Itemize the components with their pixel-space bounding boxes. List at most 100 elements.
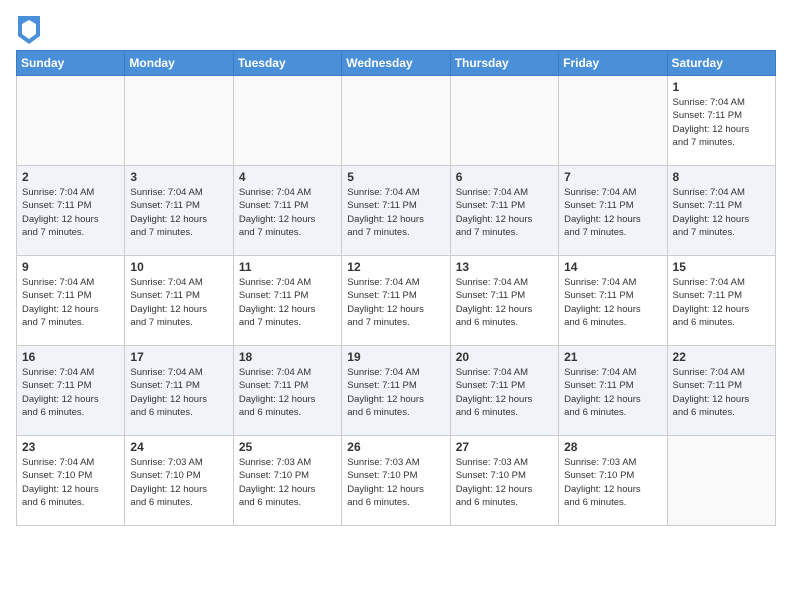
calendar-cell: 3 Sunrise: 7:04 AM Sunset: 7:11 PM Daylig… bbox=[125, 166, 233, 256]
calendar-cell: 16 Sunrise: 7:04 AM Sunset: 7:11 PM Dayli… bbox=[17, 346, 125, 436]
day-number: 24 bbox=[130, 440, 227, 454]
day-info: Sunrise: 7:04 AM Sunset: 7:11 PM Dayligh… bbox=[673, 276, 770, 329]
day-number: 1 bbox=[673, 80, 770, 94]
day-number: 22 bbox=[673, 350, 770, 364]
day-header-sunday: Sunday bbox=[17, 51, 125, 76]
calendar-cell: 21 Sunrise: 7:04 AM Sunset: 7:11 PM Dayli… bbox=[559, 346, 667, 436]
day-number: 14 bbox=[564, 260, 661, 274]
day-number: 9 bbox=[22, 260, 119, 274]
calendar-cell: 13 Sunrise: 7:04 AM Sunset: 7:11 PM Dayli… bbox=[450, 256, 558, 346]
calendar-cell: 7 Sunrise: 7:04 AM Sunset: 7:11 PM Daylig… bbox=[559, 166, 667, 256]
day-info: Sunrise: 7:04 AM Sunset: 7:11 PM Dayligh… bbox=[564, 186, 661, 239]
day-info: Sunrise: 7:04 AM Sunset: 7:11 PM Dayligh… bbox=[564, 276, 661, 329]
day-number: 6 bbox=[456, 170, 553, 184]
day-info: Sunrise: 7:04 AM Sunset: 7:11 PM Dayligh… bbox=[673, 186, 770, 239]
day-number: 28 bbox=[564, 440, 661, 454]
day-info: Sunrise: 7:04 AM Sunset: 7:11 PM Dayligh… bbox=[347, 186, 444, 239]
calendar-cell bbox=[342, 76, 450, 166]
calendar-cell: 9 Sunrise: 7:04 AM Sunset: 7:11 PM Daylig… bbox=[17, 256, 125, 346]
calendar-cell bbox=[450, 76, 558, 166]
calendar-cell: 18 Sunrise: 7:04 AM Sunset: 7:11 PM Dayli… bbox=[233, 346, 341, 436]
calendar-cell: 15Sunrise: 7:04 AM Sunset: 7:11 PM Dayli… bbox=[667, 256, 775, 346]
calendar-cell: 2 Sunrise: 7:04 AM Sunset: 7:11 PM Daylig… bbox=[17, 166, 125, 256]
day-info: Sunrise: 7:03 AM Sunset: 7:10 PM Dayligh… bbox=[239, 456, 336, 509]
day-number: 17 bbox=[130, 350, 227, 364]
calendar-cell: 24 Sunrise: 7:03 AM Sunset: 7:10 PM Dayli… bbox=[125, 436, 233, 526]
calendar-week-row: 9 Sunrise: 7:04 AM Sunset: 7:11 PM Daylig… bbox=[17, 256, 776, 346]
page-header bbox=[16, 16, 776, 44]
day-info: Sunrise: 7:04 AM Sunset: 7:11 PM Dayligh… bbox=[456, 366, 553, 419]
day-info: Sunrise: 7:04 AM Sunset: 7:11 PM Dayligh… bbox=[239, 366, 336, 419]
day-header-saturday: Saturday bbox=[667, 51, 775, 76]
calendar-cell bbox=[559, 76, 667, 166]
day-info: Sunrise: 7:04 AM Sunset: 7:11 PM Dayligh… bbox=[22, 366, 119, 419]
day-number: 4 bbox=[239, 170, 336, 184]
day-number: 5 bbox=[347, 170, 444, 184]
day-number: 11 bbox=[239, 260, 336, 274]
day-header-friday: Friday bbox=[559, 51, 667, 76]
day-number: 19 bbox=[347, 350, 444, 364]
day-number: 20 bbox=[456, 350, 553, 364]
day-info: Sunrise: 7:04 AM Sunset: 7:11 PM Dayligh… bbox=[130, 186, 227, 239]
day-header-tuesday: Tuesday bbox=[233, 51, 341, 76]
logo bbox=[16, 16, 40, 44]
calendar-cell: 14 Sunrise: 7:04 AM Sunset: 7:11 PM Dayli… bbox=[559, 256, 667, 346]
day-info: Sunrise: 7:03 AM Sunset: 7:10 PM Dayligh… bbox=[130, 456, 227, 509]
day-info: Sunrise: 7:04 AM Sunset: 7:10 PM Dayligh… bbox=[22, 456, 119, 509]
day-info: Sunrise: 7:04 AM Sunset: 7:11 PM Dayligh… bbox=[22, 276, 119, 329]
day-header-wednesday: Wednesday bbox=[342, 51, 450, 76]
calendar-cell bbox=[233, 76, 341, 166]
calendar-cell: 10Sunrise: 7:04 AM Sunset: 7:11 PM Dayli… bbox=[125, 256, 233, 346]
calendar-week-row: 2 Sunrise: 7:04 AM Sunset: 7:11 PM Daylig… bbox=[17, 166, 776, 256]
day-info: Sunrise: 7:04 AM Sunset: 7:11 PM Dayligh… bbox=[347, 366, 444, 419]
day-info: Sunrise: 7:04 AM Sunset: 7:11 PM Dayligh… bbox=[564, 366, 661, 419]
calendar-week-row: 1 Sunrise: 7:04 AM Sunset: 7:11 PM Daylig… bbox=[17, 76, 776, 166]
calendar-cell bbox=[17, 76, 125, 166]
day-header-thursday: Thursday bbox=[450, 51, 558, 76]
calendar-cell: 27 Sunrise: 7:03 AM Sunset: 7:10 PM Dayli… bbox=[450, 436, 558, 526]
day-number: 8 bbox=[673, 170, 770, 184]
day-number: 16 bbox=[22, 350, 119, 364]
calendar-cell: 1 Sunrise: 7:04 AM Sunset: 7:11 PM Daylig… bbox=[667, 76, 775, 166]
calendar-cell: 28Sunrise: 7:03 AM Sunset: 7:10 PM Dayli… bbox=[559, 436, 667, 526]
day-number: 18 bbox=[239, 350, 336, 364]
logo-icon bbox=[18, 16, 40, 44]
day-info: Sunrise: 7:04 AM Sunset: 7:11 PM Dayligh… bbox=[347, 276, 444, 329]
calendar-cell: 6 Sunrise: 7:04 AM Sunset: 7:11 PM Daylig… bbox=[450, 166, 558, 256]
calendar-week-row: 16 Sunrise: 7:04 AM Sunset: 7:11 PM Dayli… bbox=[17, 346, 776, 436]
calendar-cell: 26 Sunrise: 7:03 AM Sunset: 7:10 PM Dayli… bbox=[342, 436, 450, 526]
day-number: 3 bbox=[130, 170, 227, 184]
calendar-cell: 22 Sunrise: 7:04 AM Sunset: 7:11 PM Dayli… bbox=[667, 346, 775, 436]
day-number: 2 bbox=[22, 170, 119, 184]
calendar-cell: 23 Sunrise: 7:04 AM Sunset: 7:10 PM Dayli… bbox=[17, 436, 125, 526]
day-number: 13 bbox=[456, 260, 553, 274]
day-info: Sunrise: 7:04 AM Sunset: 7:11 PM Dayligh… bbox=[130, 366, 227, 419]
calendar-cell: 17 Sunrise: 7:04 AM Sunset: 7:11 PM Dayli… bbox=[125, 346, 233, 436]
day-number: 23 bbox=[22, 440, 119, 454]
day-info: Sunrise: 7:04 AM Sunset: 7:11 PM Dayligh… bbox=[22, 186, 119, 239]
calendar-cell: 5 Sunrise: 7:04 AM Sunset: 7:11 PM Daylig… bbox=[342, 166, 450, 256]
day-number: 12 bbox=[347, 260, 444, 274]
calendar-week-row: 23 Sunrise: 7:04 AM Sunset: 7:10 PM Dayli… bbox=[17, 436, 776, 526]
calendar-cell: 12 Sunrise: 7:04 AM Sunset: 7:11 PM Dayli… bbox=[342, 256, 450, 346]
day-info: Sunrise: 7:04 AM Sunset: 7:11 PM Dayligh… bbox=[456, 186, 553, 239]
day-number: 21 bbox=[564, 350, 661, 364]
day-info: Sunrise: 7:04 AM Sunset: 7:11 PM Dayligh… bbox=[673, 96, 770, 149]
day-info: Sunrise: 7:03 AM Sunset: 7:10 PM Dayligh… bbox=[347, 456, 444, 509]
calendar-cell: 20 Sunrise: 7:04 AM Sunset: 7:11 PM Dayli… bbox=[450, 346, 558, 436]
calendar-cell: 25 Sunrise: 7:03 AM Sunset: 7:10 PM Dayli… bbox=[233, 436, 341, 526]
day-info: Sunrise: 7:04 AM Sunset: 7:11 PM Dayligh… bbox=[456, 276, 553, 329]
day-number: 26 bbox=[347, 440, 444, 454]
day-info: Sunrise: 7:04 AM Sunset: 7:11 PM Dayligh… bbox=[673, 366, 770, 419]
calendar-cell: 11Sunrise: 7:04 AM Sunset: 7:11 PM Dayli… bbox=[233, 256, 341, 346]
calendar-table: SundayMondayTuesdayWednesdayThursdayFrid… bbox=[16, 50, 776, 526]
calendar-cell: 4Sunrise: 7:04 AM Sunset: 7:11 PM Daylig… bbox=[233, 166, 341, 256]
day-number: 27 bbox=[456, 440, 553, 454]
calendar-cell bbox=[125, 76, 233, 166]
day-number: 7 bbox=[564, 170, 661, 184]
day-number: 25 bbox=[239, 440, 336, 454]
calendar-cell: 19 Sunrise: 7:04 AM Sunset: 7:11 PM Dayli… bbox=[342, 346, 450, 436]
calendar-cell: 8 Sunrise: 7:04 AM Sunset: 7:11 PM Daylig… bbox=[667, 166, 775, 256]
day-info: Sunrise: 7:03 AM Sunset: 7:10 PM Dayligh… bbox=[456, 456, 553, 509]
day-number: 10 bbox=[130, 260, 227, 274]
